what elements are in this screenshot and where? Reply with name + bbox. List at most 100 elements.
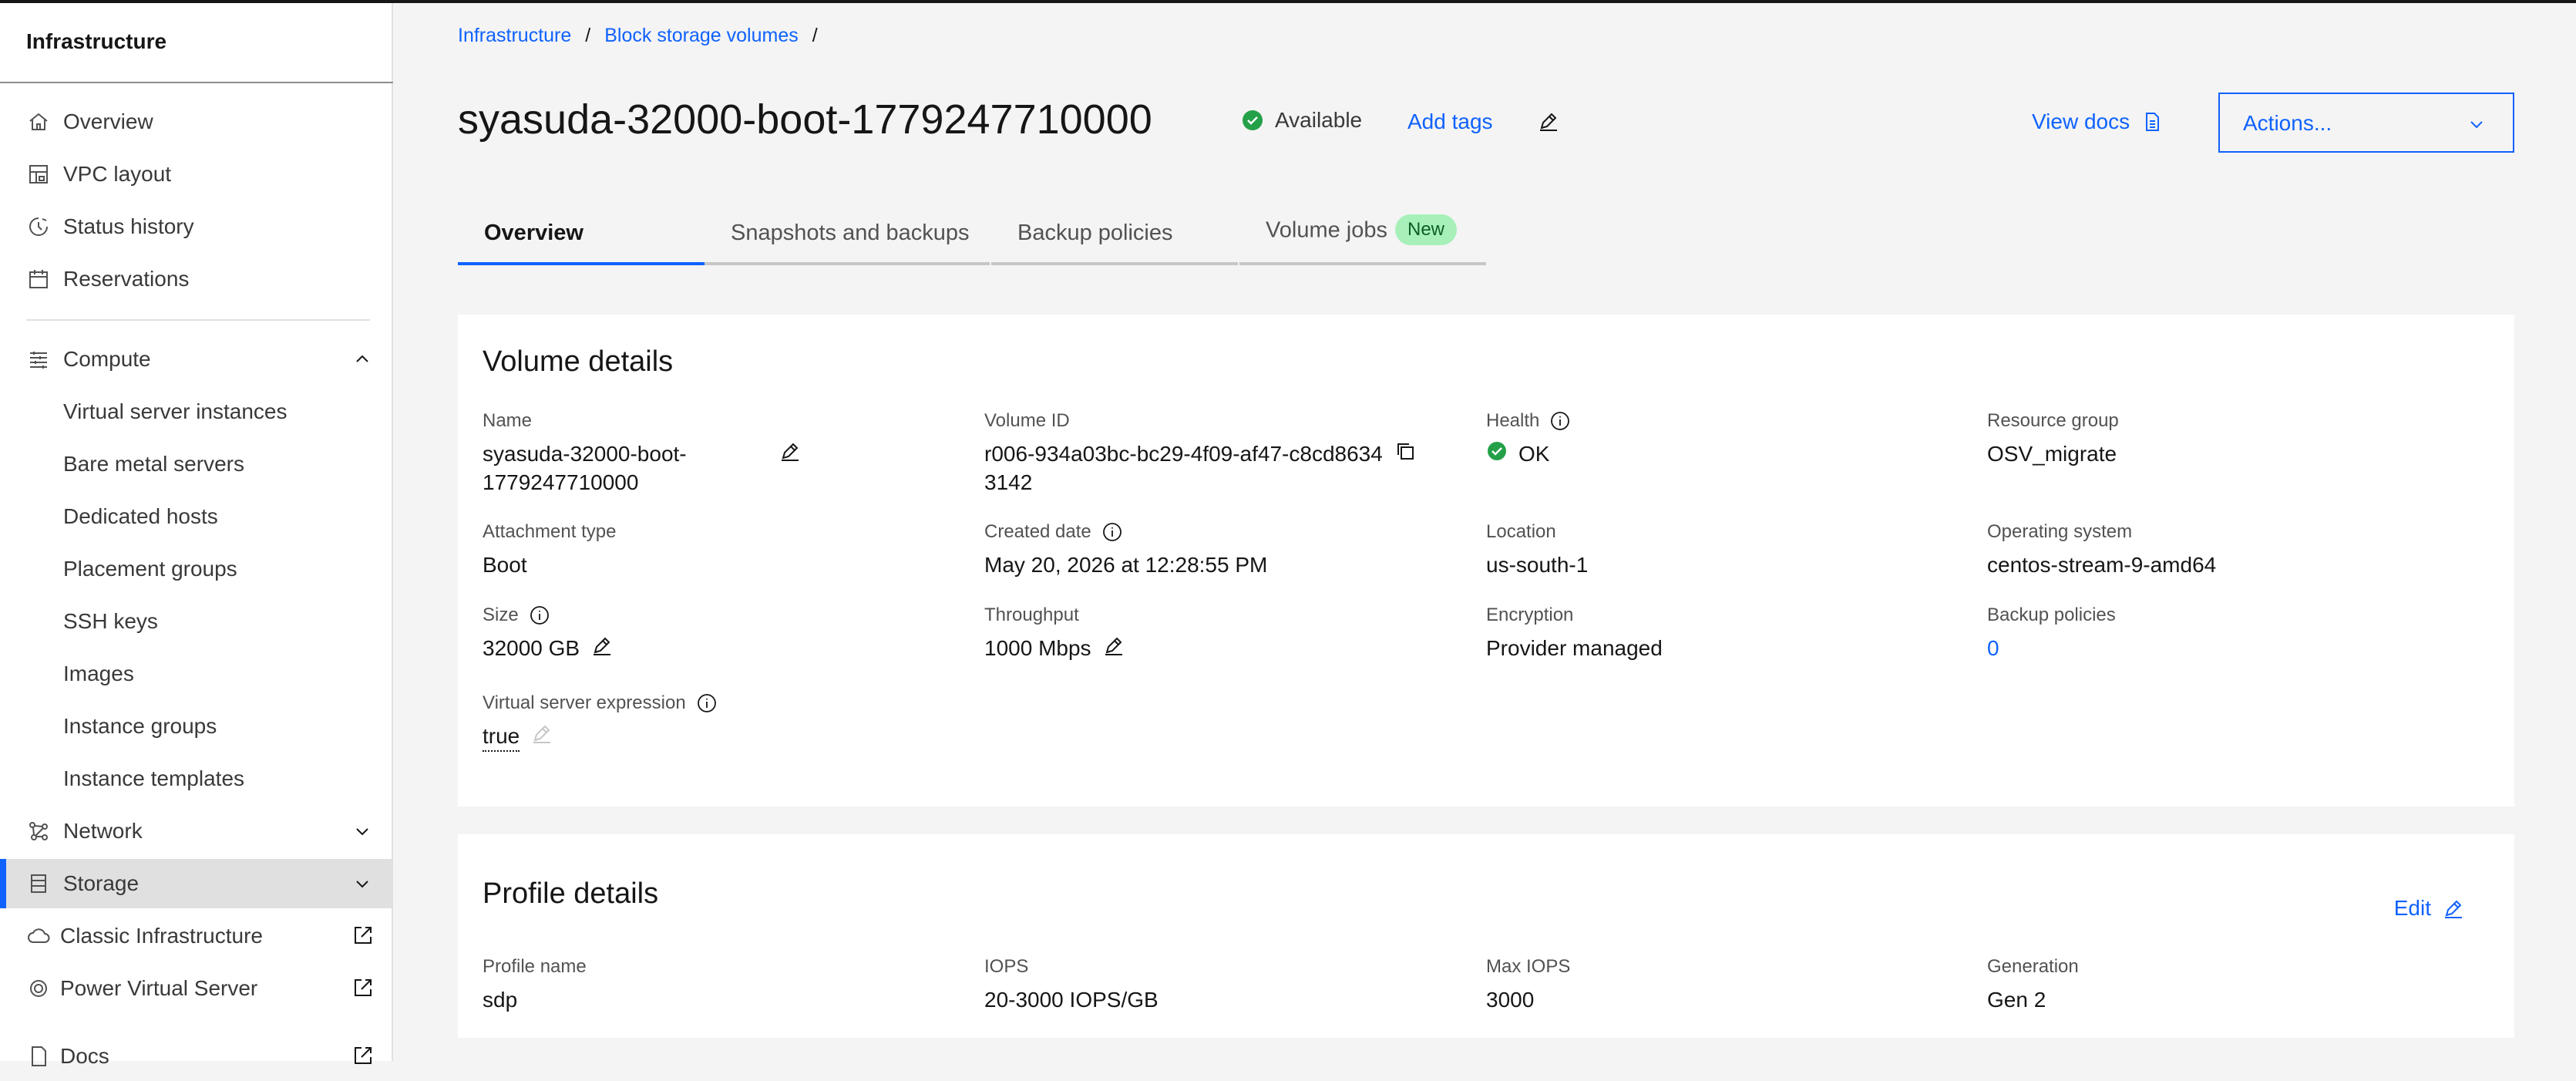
chevron-down-icon — [353, 874, 372, 893]
check-circle-icon — [1241, 109, 1264, 132]
backup-policies-link[interactable]: 0 — [1987, 634, 1999, 662]
sidebar-item-vpc-layout[interactable]: VPC layout — [0, 150, 392, 199]
field-label: Virtual server expression — [483, 691, 717, 716]
pencil-icon — [2442, 897, 2465, 920]
calendar-icon — [26, 267, 51, 291]
sidebar-item-label: Bare metal servers — [63, 452, 244, 476]
tab-label: Snapshots and backups — [731, 221, 970, 245]
sidebar-item-classic-infrastructure[interactable]: Classic Infrastructure — [0, 911, 392, 961]
sidebar-item-label: Instance groups — [63, 714, 217, 738]
field-created-date: Created date May 20, 2026 at 12:28:55 PM — [984, 520, 1267, 579]
field-profile-name: Profile name sdp — [483, 955, 587, 1014]
sidebar-item-instance-templates[interactable]: Instance templates — [0, 754, 392, 803]
field-value: 0 — [1987, 634, 2116, 662]
sidebar-item-reservations[interactable]: Reservations — [0, 254, 392, 304]
field-label: Operating system — [1987, 521, 2133, 542]
field-label: Attachment type — [483, 521, 617, 542]
cloud-icon — [26, 924, 51, 948]
created-date-label: Created date — [984, 521, 1091, 542]
home-icon — [26, 109, 51, 134]
actions-dropdown[interactable]: Actions... — [2218, 93, 2514, 153]
info-icon[interactable] — [1550, 411, 1570, 431]
edit-label: Edit — [2393, 896, 2431, 920]
tab-snapshots-and-backups[interactable]: Snapshots and backups — [705, 202, 990, 265]
sidebar-item-bare-metal-servers[interactable]: Bare metal servers — [0, 439, 392, 489]
edit-throughput-pencil-icon[interactable] — [1102, 634, 1125, 657]
name-line-2: 1779247710000 — [483, 470, 639, 494]
field-value: OSV_migrate — [1987, 442, 2117, 466]
info-icon[interactable] — [1102, 522, 1122, 542]
field-label: Health — [1486, 409, 1570, 433]
sidebar-title-divider — [0, 82, 393, 83]
sidebar-item-overview[interactable]: Overview — [0, 97, 392, 146]
sidebar-item-placement-groups[interactable]: Placement groups — [0, 544, 392, 594]
field-backup-policies: Backup policies 0 — [1987, 603, 2116, 662]
field-label: Name — [483, 410, 533, 431]
edit-size-pencil-icon[interactable] — [590, 634, 614, 657]
field-value: May 20, 2026 at 12:28:55 PM — [984, 553, 1268, 577]
external-link-icon — [351, 924, 375, 947]
field-label: Volume ID — [984, 410, 1070, 431]
document-icon — [2146, 113, 2160, 131]
breadcrumb-separator: / — [812, 25, 818, 46]
sidebar-item-images[interactable]: Images — [0, 649, 392, 699]
sidebar: Infrastructure Overview VPC layout Statu… — [0, 3, 393, 1068]
field-location: Location us-south-1 — [1486, 520, 1588, 579]
sidebar-item-label: Docs — [60, 1044, 109, 1068]
field-throughput: Throughput 1000 Mbps — [984, 603, 1125, 662]
tab-label-wrap: Volume jobs New — [1266, 214, 1458, 247]
field-value: true — [483, 722, 717, 752]
tab-backup-policies[interactable]: Backup policies — [991, 202, 1238, 265]
edit-expression-pencil-icon — [530, 722, 553, 745]
field-label: Created date — [984, 520, 1267, 544]
view-docs-label: View docs — [2032, 109, 2130, 133]
field-name: Name syasuda-32000-boot- 1779247710000 — [483, 409, 945, 497]
field-volume-id: Volume ID r006-934a03bc-bc29-4f09-af47-c… — [984, 409, 1478, 497]
copy-icon[interactable] — [1394, 439, 1417, 463]
sidebar-item-label: Compute — [63, 347, 151, 371]
tab-label: Backup policies — [1017, 221, 1173, 245]
sidebar-title: Infrastructure — [26, 29, 167, 53]
vs-expression-value: true — [483, 722, 520, 752]
sidebar-item-ssh-keys[interactable]: SSH keys — [0, 597, 392, 646]
new-badge: New — [1395, 214, 1458, 245]
sidebar-item-label: VPC layout — [63, 162, 172, 186]
sidebar-item-compute[interactable]: Compute — [0, 335, 392, 384]
sidebar-item-network[interactable]: Network — [0, 807, 392, 856]
sidebar-item-label: Placement groups — [63, 557, 237, 581]
sidebar-item-label: Network — [63, 819, 143, 843]
view-docs-link[interactable]: View docs — [2032, 109, 2164, 134]
edit-profile-button[interactable]: Edit — [2394, 896, 2465, 921]
throughput-value: 1000 Mbps — [984, 636, 1091, 660]
edit-tags-pencil-icon[interactable] — [1537, 109, 1560, 133]
tab-overview[interactable]: Overview — [458, 202, 705, 265]
edit-name-pencil-icon[interactable] — [779, 439, 802, 463]
sidebar-item-docs[interactable]: Docs — [0, 1032, 392, 1081]
sidebar-item-storage[interactable]: Storage — [0, 859, 392, 908]
add-tags-button[interactable]: Add tags — [1407, 109, 1493, 134]
chevron-down-icon — [2467, 114, 2487, 134]
sidebar-divider — [26, 319, 370, 321]
tab-volume-jobs[interactable]: Volume jobs New — [1239, 202, 1486, 265]
sidebar-item-status-history[interactable]: Status history — [0, 202, 392, 251]
external-link-icon — [351, 1044, 375, 1067]
sidebar-item-dedicated-hosts[interactable]: Dedicated hosts — [0, 492, 392, 541]
name-line-1: syasuda-32000-boot- — [483, 442, 687, 466]
status-badge: Available — [1241, 108, 1362, 133]
sidebar-item-virtual-server-instances[interactable]: Virtual server instances — [0, 387, 392, 436]
field-label: Resource group — [1987, 410, 2119, 431]
health-value: OK — [1518, 442, 1550, 466]
info-icon[interactable] — [530, 605, 550, 625]
breadcrumb-link-block-storage-volumes[interactable]: Block storage volumes — [604, 25, 799, 47]
sidebar-item-label: Overview — [63, 109, 153, 133]
field-value: 1000 Mbps — [984, 634, 1125, 662]
network-icon — [26, 819, 51, 844]
info-icon[interactable] — [697, 693, 717, 713]
volume-details-card: Volume details Name syasuda-32000-boot- … — [458, 315, 2514, 807]
sidebar-item-power-virtual-server[interactable]: Power Virtual Server — [0, 964, 392, 1013]
field-label: Backup policies — [1987, 604, 2116, 625]
sidebar-item-instance-groups[interactable]: Instance groups — [0, 702, 392, 751]
field-value: syasuda-32000-boot- 1779247710000 — [483, 439, 945, 497]
breadcrumb-link-infrastructure[interactable]: Infrastructure — [458, 25, 571, 47]
field-value: r006-934a03bc-bc29-4f09-af47-c8cd8634 31… — [984, 439, 1478, 497]
